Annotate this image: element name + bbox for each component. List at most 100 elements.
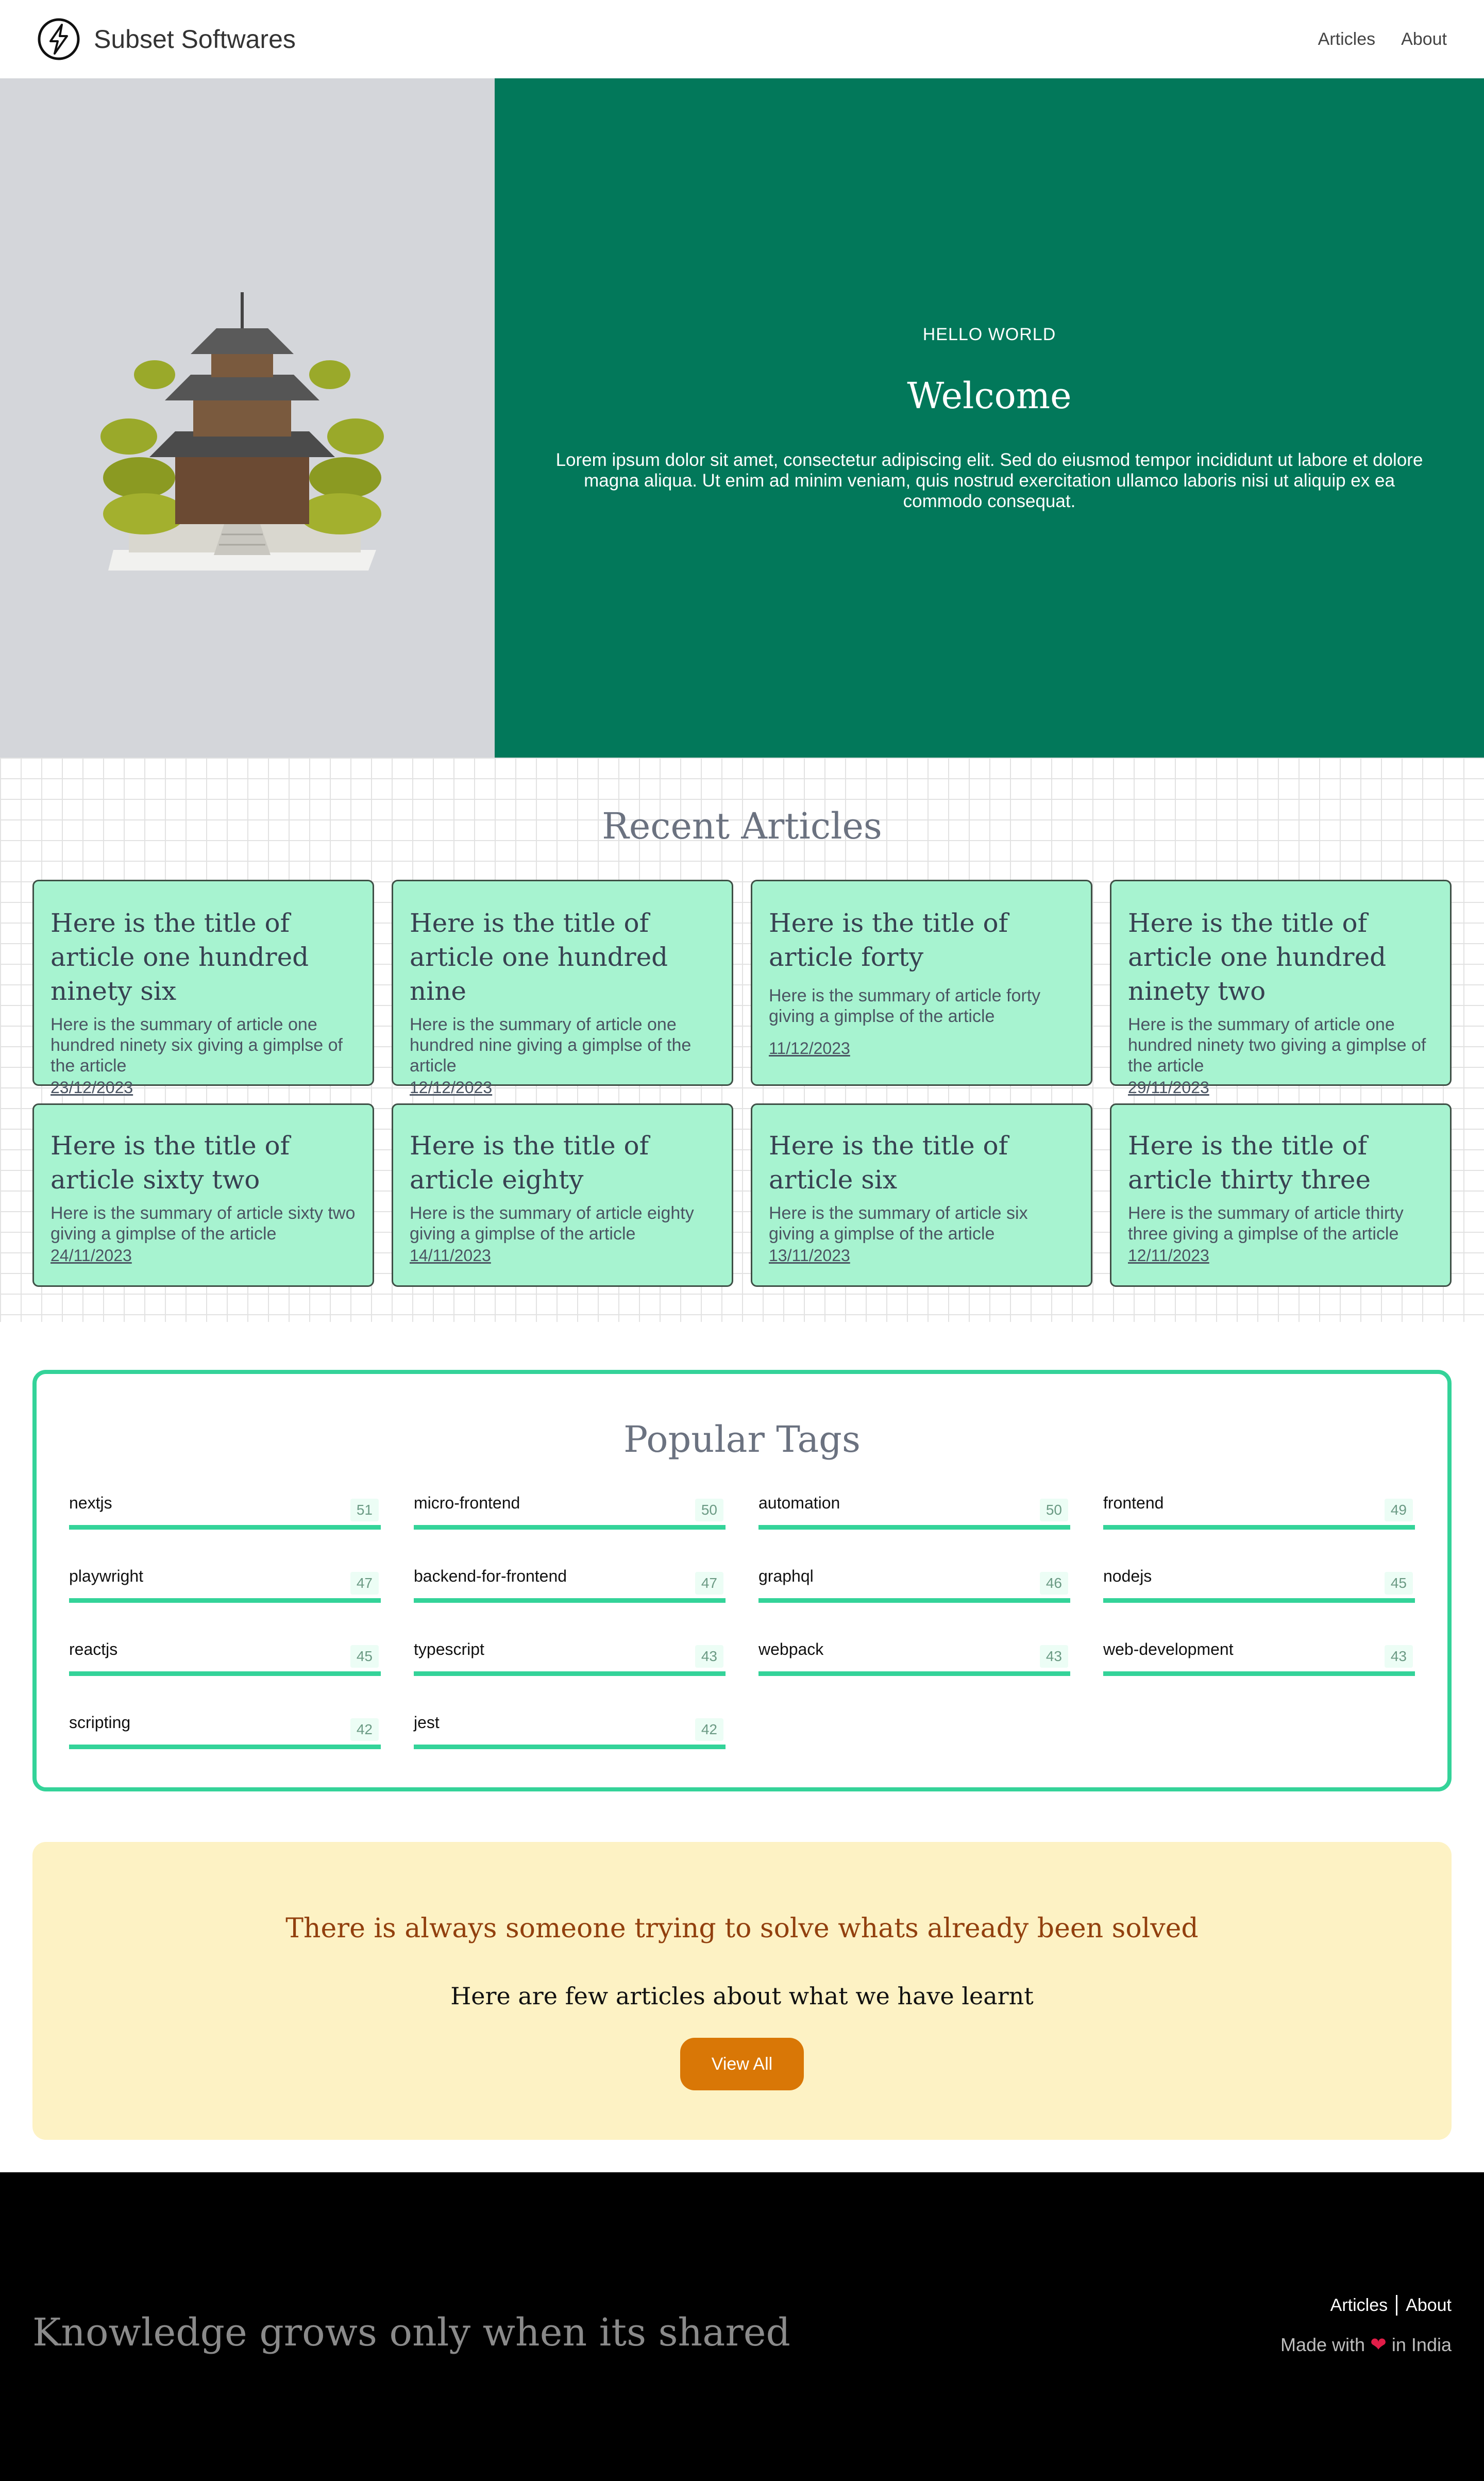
hero-description: Lorem ipsum dolor sit amet, consectetur … (555, 449, 1423, 511)
article-card[interactable]: Here is the title of article eighty Here… (392, 1103, 733, 1287)
article-summary: Here is the summary of article sixty two… (50, 1203, 356, 1244)
tag-count-badge: 43 (1384, 1645, 1413, 1668)
nav-articles-link[interactable]: Articles (1318, 29, 1375, 49)
article-date[interactable]: 23/12/2023 (50, 1078, 356, 1097)
lightning-bolt-circle-icon[interactable] (37, 18, 80, 61)
tag-name: frontend (1103, 1494, 1164, 1512)
hero-text-panel: HELLO WORLD Welcome Lorem ipsum dolor si… (495, 78, 1484, 758)
site-header: Subset Softwares Articles About (0, 0, 1484, 78)
article-summary: Here is the summary of article thirty th… (1128, 1203, 1404, 1244)
tag-count-badge: 49 (1384, 1499, 1413, 1521)
article-card[interactable]: Here is the title of article one hundred… (32, 880, 374, 1097)
article-title[interactable]: Here is the title of article one hundred… (50, 906, 356, 1008)
tag-item[interactable]: graphql 46 (758, 1567, 1070, 1603)
tag-count-badge: 45 (1384, 1572, 1413, 1595)
article-card[interactable]: Here is the title of article six Here is… (751, 1103, 1092, 1287)
hero-kicker: HELLO WORLD (922, 324, 1056, 344)
nav-about-link[interactable]: About (1401, 29, 1447, 49)
tag-item[interactable]: jest 42 (414, 1713, 726, 1749)
article-title[interactable]: Here is the title of article six (769, 1129, 1074, 1197)
article-date[interactable]: 24/11/2023 (50, 1246, 356, 1265)
main-nav: Articles About (1318, 29, 1447, 49)
tag-name: nodejs (1103, 1567, 1152, 1585)
popular-tags-title: Popular Tags (623, 1418, 861, 1461)
tag-name: micro-frontend (414, 1494, 520, 1512)
recent-articles-title: Recent Articles (602, 805, 882, 847)
made-suffix: in India (1391, 2334, 1452, 2355)
tag-item[interactable]: nextjs 51 (69, 1494, 381, 1530)
tag-name: nextjs (69, 1494, 112, 1512)
tag-name: reactjs (69, 1640, 118, 1658)
hero-title: Welcome (907, 374, 1072, 417)
tag-count-badge: 50 (1039, 1499, 1068, 1521)
article-summary: Here is the summary of article six givin… (769, 1203, 1028, 1244)
article-date[interactable]: 13/11/2023 (769, 1246, 1074, 1265)
tag-item[interactable]: scripting 42 (69, 1713, 381, 1749)
made-in-india-note: Made with ❤ in India (1280, 2333, 1452, 2356)
tag-count-badge: 47 (350, 1572, 379, 1595)
tag-name: web-development (1103, 1640, 1234, 1658)
footer-tagline: Knowledge grows only when its shared (32, 2310, 790, 2355)
tag-item[interactable]: reactjs 45 (69, 1640, 381, 1676)
tag-item[interactable]: nodejs 45 (1103, 1567, 1415, 1603)
article-summary: Here is the summary of article eighty gi… (410, 1203, 694, 1244)
article-title[interactable]: Here is the title of article one hundred… (410, 906, 715, 1008)
recent-articles-section: Recent Articles Here is the title of art… (0, 758, 1484, 1322)
tag-item[interactable]: automation 50 (758, 1494, 1070, 1530)
view-all-callout: There is always someone trying to solve … (32, 1842, 1452, 2140)
article-summary: Here is the summary of article one hundr… (50, 1015, 343, 1076)
tag-count-badge: 43 (695, 1645, 723, 1668)
article-date[interactable]: 29/11/2023 (1128, 1078, 1434, 1097)
article-card[interactable]: Here is the title of article sixty two H… (32, 1103, 374, 1287)
article-title[interactable]: Here is the title of article sixty two (50, 1129, 356, 1197)
article-title[interactable]: Here is the title of article eighty (410, 1129, 715, 1197)
tag-name: automation (758, 1494, 840, 1512)
tag-item[interactable]: backend-for-frontend 47 (414, 1567, 726, 1603)
tag-name: scripting (69, 1713, 131, 1732)
made-prefix: Made with (1280, 2334, 1365, 2355)
article-title[interactable]: Here is the title of article thirty thre… (1128, 1129, 1434, 1197)
article-card[interactable]: Here is the title of article one hundred… (392, 880, 733, 1097)
footer-nav: Articles About (1330, 2295, 1452, 2316)
tag-name: graphql (758, 1567, 814, 1585)
article-date[interactable]: 14/11/2023 (410, 1246, 715, 1265)
tag-item[interactable]: web-development 43 (1103, 1640, 1415, 1676)
tag-item[interactable]: webpack 43 (758, 1640, 1070, 1676)
callout-title: There is always someone trying to solve … (285, 1913, 1199, 1944)
article-summary: Here is the summary of article forty giv… (769, 986, 1041, 1026)
tag-name: webpack (758, 1640, 824, 1658)
pagoda-temple-image (100, 292, 384, 571)
tag-name: jest (414, 1713, 440, 1732)
footer-about-link[interactable]: About (1406, 2295, 1452, 2316)
tag-count-badge: 47 (695, 1572, 723, 1595)
article-date[interactable]: 12/11/2023 (1128, 1246, 1434, 1265)
article-card[interactable]: Here is the title of article one hundred… (1110, 880, 1452, 1097)
brand[interactable]: Subset Softwares (37, 18, 296, 61)
tag-name: backend-for-frontend (414, 1567, 567, 1585)
hero-section: HELLO WORLD Welcome Lorem ipsum dolor si… (0, 78, 1484, 758)
tag-name: typescript (414, 1640, 484, 1658)
tag-count-badge: 43 (1039, 1645, 1068, 1668)
article-date[interactable]: 12/12/2023 (410, 1078, 715, 1097)
tag-item[interactable]: playwright 47 (69, 1567, 381, 1603)
brand-name[interactable]: Subset Softwares (94, 24, 296, 54)
article-title[interactable]: Here is the title of article one hundred… (1128, 906, 1434, 1008)
footer-divider (1396, 2295, 1398, 2316)
tag-item[interactable]: micro-frontend 50 (414, 1494, 726, 1530)
article-card-grid: Here is the title of article one hundred… (32, 880, 1452, 1287)
callout-subtitle: Here are few articles about what we have… (450, 1982, 1034, 2010)
view-all-button[interactable]: View All (680, 2038, 804, 2090)
tag-count-badge: 46 (1039, 1572, 1068, 1595)
tag-count-badge: 42 (695, 1718, 723, 1741)
article-card[interactable]: Here is the title of article thirty thre… (1110, 1103, 1452, 1287)
tag-count-badge: 50 (695, 1499, 723, 1521)
tag-item[interactable]: frontend 49 (1103, 1494, 1415, 1530)
article-title[interactable]: Here is the title of article forty (769, 906, 1074, 974)
footer-articles-link[interactable]: Articles (1330, 2295, 1388, 2316)
article-summary: Here is the summary of article one hundr… (410, 1015, 692, 1076)
popular-tags-section: Popular Tags nextjs 51 micro-frontend 50 a… (32, 1370, 1452, 1791)
tag-item[interactable]: typescript 43 (414, 1640, 726, 1676)
article-card[interactable]: Here is the title of article forty Here … (751, 880, 1092, 1086)
heart-icon: ❤ (1370, 2334, 1387, 2356)
article-date[interactable]: 11/12/2023 (769, 1039, 1074, 1058)
